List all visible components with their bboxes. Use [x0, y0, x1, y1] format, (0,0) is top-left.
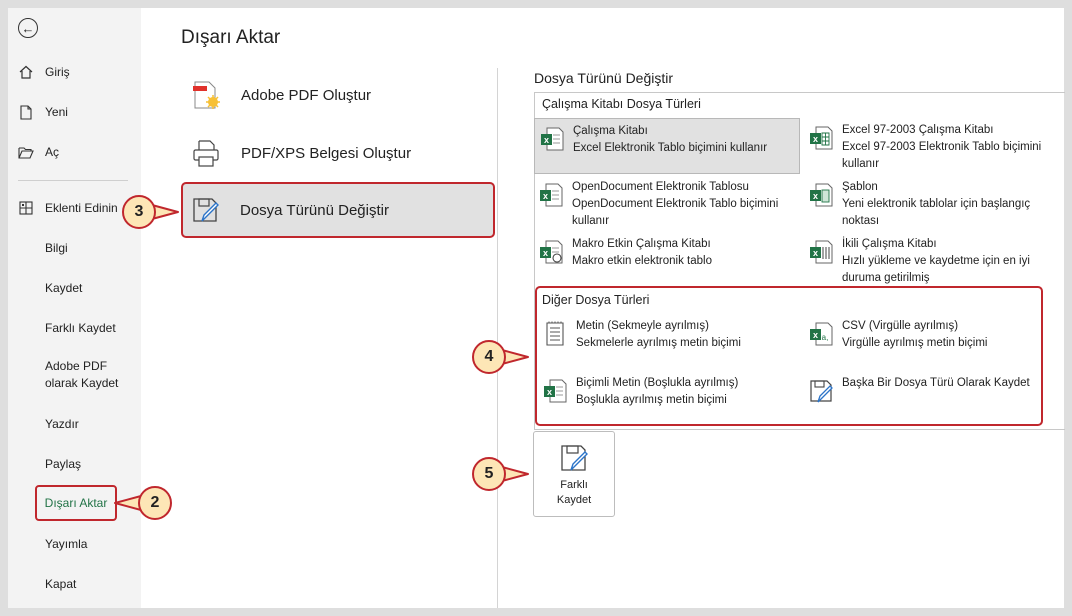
export-option-pdf-xps[interactable]: PDF/XPS Belgesi Oluştur	[184, 127, 496, 179]
file-type-desc: Sekmelerle ayrılmış metin biçimi	[576, 337, 741, 349]
file-type-title: Başka Bir Dosya Türü Olarak Kaydet	[842, 377, 1030, 389]
svg-text:x: x	[547, 387, 552, 397]
callout-4: 4	[472, 340, 506, 374]
nav-item-print[interactable]: Yazdır	[45, 414, 79, 434]
svg-text:x: x	[543, 191, 548, 201]
nav-item-export[interactable]: Dışarı Aktar	[35, 485, 117, 521]
file-type-desc: Excel 97-2003 Elektronik Tablo biçimini …	[842, 141, 1042, 170]
template-icon: x	[810, 183, 833, 207]
pane-divider	[497, 68, 498, 608]
new-file-icon	[18, 104, 34, 120]
nav-item-share[interactable]: Paylaş	[45, 454, 81, 474]
svg-text:a,: a,	[822, 333, 829, 342]
save-as-button[interactable]: Farklı Kaydet	[533, 431, 615, 517]
file-type-title: Biçimli Metin (Boşlukla ayrılmış)	[576, 377, 739, 389]
file-type-desc: Boşlukla ayrılmış metin biçimi	[576, 394, 727, 406]
file-type-desc: Hızlı yükleme ve kaydetme için en iyi du…	[842, 255, 1030, 284]
file-type-title: OpenDocument Elektronik Tablosu	[572, 181, 749, 193]
svg-text:x: x	[813, 191, 818, 201]
file-type-desc: Makro etkin elektronik tablo	[572, 255, 712, 267]
nav-item-new[interactable]: Yeni	[18, 102, 68, 122]
change-file-type-icon	[188, 193, 222, 227]
excel-workbook-icon: x	[541, 127, 564, 151]
export-option-label: Dosya Türünü Değiştir	[240, 201, 389, 219]
nav-item-label: Eklenti Edinin	[45, 201, 118, 215]
file-type-title: Makro Etkin Çalışma Kitabı	[572, 238, 711, 250]
save-as-icon	[561, 445, 588, 471]
binary-workbook-icon: x	[810, 240, 833, 264]
export-option-label: PDF/XPS Belgesi Oluştur	[241, 144, 412, 162]
home-icon	[18, 64, 34, 80]
nav-item-open[interactable]: Aç	[18, 142, 59, 162]
file-type-excel-97-2003[interactable]: x Excel 97-2003 Çalışma Kitabı Excel 97-…	[804, 118, 1070, 174]
backstage-window: ← Giriş Yeni Aç Eklenti Edinin Bilgi Kay…	[8, 8, 1065, 608]
nav-item-publish[interactable]: Yayımla	[45, 534, 87, 554]
nav-item-adobe-pdf-save[interactable]: Adobe PDF olarak Kaydet	[45, 358, 135, 392]
back-arrow-icon[interactable]: ←	[18, 18, 38, 38]
file-type-desc: Yeni elektronik tablolar için başlangıç …	[842, 198, 1031, 227]
file-type-text-tab[interactable]: Metin (Sekmeyle ayrılmış) Sekmelerle ayr…	[538, 314, 804, 370]
callout-5: 5	[472, 457, 506, 491]
workbook-group-label: Çalışma Kitabı Dosya Türleri	[542, 97, 701, 111]
file-type-title: Şablon	[842, 181, 878, 193]
nav-item-home[interactable]: Giriş	[18, 62, 70, 82]
nav-item-label: Yeni	[45, 105, 68, 119]
other-group-label: Diğer Dosya Türleri	[542, 293, 650, 307]
csv-icon: a, x	[810, 322, 833, 346]
file-type-title: CSV (Virgülle ayrılmış)	[842, 320, 959, 332]
nav-item-close[interactable]: Kapat	[45, 574, 76, 594]
open-folder-icon	[18, 144, 34, 160]
file-type-macro-workbook[interactable]: x Makro Etkin Çalışma Kitabı Makro etkin…	[534, 232, 800, 288]
export-option-adobe-pdf[interactable]: Adobe PDF Oluştur	[184, 69, 496, 121]
pdf-xps-icon	[189, 136, 223, 170]
file-type-title: İkili Çalışma Kitabı	[842, 238, 937, 250]
macro-workbook-icon: x	[540, 240, 563, 264]
nav-item-label: Giriş	[45, 65, 70, 79]
save-as-label: Farklı Kaydet	[556, 479, 592, 506]
file-type-title: Excel 97-2003 Çalışma Kitabı	[842, 124, 994, 136]
file-type-title: Metin (Sekmeyle ayrılmış)	[576, 320, 709, 332]
nav-item-save[interactable]: Kaydet	[45, 278, 82, 298]
file-type-binary-workbook[interactable]: x İkili Çalışma Kitabı Hızlı yükleme ve …	[804, 232, 1070, 288]
export-option-change-file-type[interactable]: Dosya Türünü Değiştir	[181, 182, 495, 238]
callout-2: 2	[138, 486, 172, 520]
nav-item-save-as[interactable]: Farklı Kaydet	[45, 318, 116, 338]
callout-3: 3	[122, 195, 156, 229]
page-title: Dışarı Aktar	[181, 27, 281, 48]
svg-text:x: x	[813, 330, 818, 340]
text-file-icon	[546, 321, 564, 346]
file-type-desc: Excel Elektronik Tablo biçimini kullanır	[573, 142, 768, 154]
file-type-template[interactable]: x Şablon Yeni elektronik tablolar için b…	[804, 175, 1070, 231]
file-type-desc: Virgülle ayrılmış metin biçimi	[842, 337, 988, 349]
excel-97-icon: x	[810, 126, 833, 150]
file-type-desc: OpenDocument Elektronik Tablo biçimini k…	[572, 198, 779, 227]
nav-item-info[interactable]: Bilgi	[45, 238, 68, 258]
nav-item-addins[interactable]: Eklenti Edinin	[18, 198, 118, 218]
export-option-label: Adobe PDF Oluştur	[241, 86, 372, 104]
file-type-formatted-text[interactable]: x Biçimli Metin (Boşlukla ayrılmış) Boşl…	[538, 371, 804, 427]
save-other-icon	[810, 380, 833, 403]
file-type-csv[interactable]: a, x CSV (Virgülle ayrılmış) Virgülle ay…	[804, 314, 1070, 370]
svg-text:x: x	[813, 248, 818, 258]
file-type-save-other[interactable]: Başka Bir Dosya Türü Olarak Kaydet	[804, 371, 1040, 427]
backstage-nav: ← Giriş Yeni Aç Eklenti Edinin Bilgi Kay…	[8, 8, 141, 608]
formatted-text-icon: x	[544, 379, 567, 403]
svg-text:x: x	[813, 134, 818, 144]
svg-text:x: x	[544, 135, 549, 145]
file-type-title: Çalışma Kitabı	[573, 125, 648, 137]
grid-icon	[18, 200, 34, 216]
opendocument-icon: x	[540, 183, 563, 207]
file-type-opendocument[interactable]: x OpenDocument Elektronik Tablosu OpenDo…	[534, 175, 800, 231]
nav-divider	[18, 180, 128, 181]
file-type-workbook[interactable]: x Çalışma Kitabı Excel Elektronik Tablo …	[534, 118, 800, 174]
section-title: Dosya Türünü Değiştir	[534, 70, 674, 86]
nav-item-label: Aç	[45, 145, 60, 159]
svg-text:x: x	[543, 248, 548, 258]
adobe-pdf-icon	[189, 78, 223, 112]
